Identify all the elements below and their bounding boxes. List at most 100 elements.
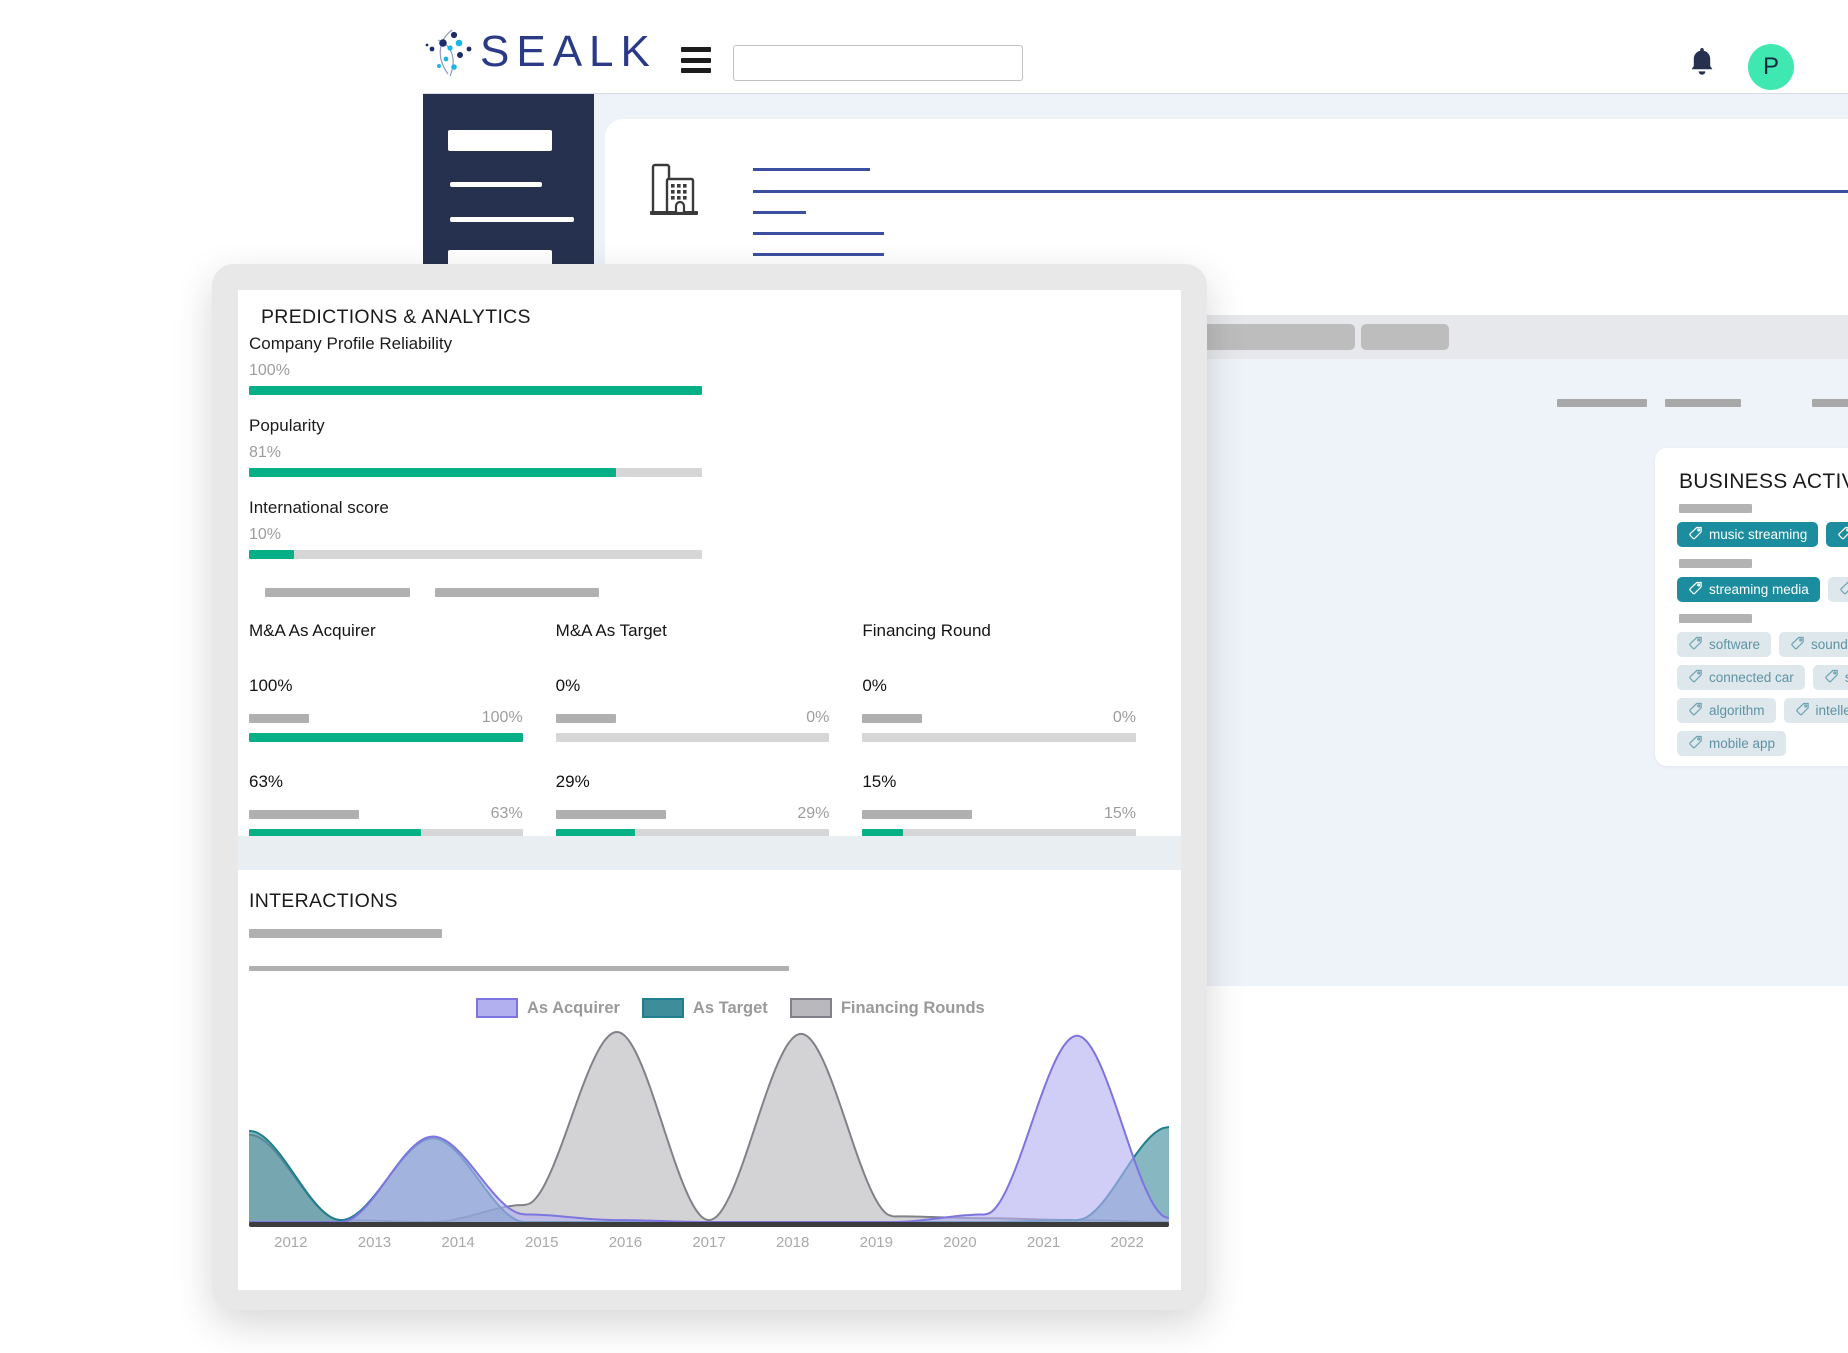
legend-item[interactable]: Financing Rounds — [789, 998, 985, 1018]
column-value: 15% — [862, 772, 897, 791]
metric-label: International score — [249, 498, 389, 517]
tag-group-label-skeleton — [1679, 559, 1752, 568]
tag-icon — [1688, 735, 1703, 753]
company-name-skeleton — [753, 168, 870, 171]
ma-columns: M&A As Acquirer 100% 100% 63% 63% M&A As Targ… — [249, 621, 1169, 838]
column-row: 63% 63% — [249, 772, 523, 838]
metric-percent: 81% — [249, 444, 282, 461]
x-axis-tick: 2019 — [859, 1234, 893, 1251]
legend-label: As Target — [692, 998, 768, 1017]
interactions-title: INTERACTIONS — [249, 890, 398, 912]
company-detail-skeleton — [753, 253, 884, 256]
x-axis-tick: 2018 — [775, 1234, 810, 1251]
interactions-skeleton — [249, 929, 442, 938]
column-value: 0% — [555, 676, 581, 695]
metric-label: Company Profile Reliability — [249, 334, 453, 353]
tag-group-1: streaming mediamusicplaylistmobile app — [1677, 577, 1848, 602]
activity-tag-label: software — [1709, 636, 1761, 652]
activity-tag[interactable]: mobile app — [1677, 731, 1787, 756]
tag-icon — [1837, 526, 1848, 544]
activity-tag-label: streaming media — [1709, 581, 1809, 597]
column-right-value: 29% — [797, 805, 830, 822]
metric-progress-bar — [249, 468, 702, 477]
column-value: 0% — [862, 676, 887, 695]
sidebar-item-skeleton[interactable] — [450, 182, 542, 187]
row-skeleton-line: 100% — [249, 709, 523, 727]
column-title: M&A As Acquirer — [249, 621, 376, 640]
activity-tag-label: intellectual property — [1815, 702, 1848, 718]
x-axis-tick: 2020 — [943, 1234, 977, 1251]
tag-icon — [1688, 669, 1703, 687]
row-skeleton-line: 63% — [249, 805, 523, 823]
tag-icon — [1688, 702, 1703, 720]
business-activities-card: BUSINESS ACTIVITIES music streaming strea… — [1655, 448, 1848, 766]
column-row: 15% 15% — [862, 772, 1137, 838]
column-title: M&A As Target — [555, 621, 667, 640]
x-axis-tick: 2016 — [608, 1234, 643, 1251]
legend-swatch — [476, 998, 518, 1018]
activity-tag[interactable]: intellectual property — [1783, 698, 1848, 723]
search-input[interactable] — [733, 45, 1023, 81]
metric-progress-bar — [249, 386, 702, 395]
activity-tag-label: mobile app — [1709, 735, 1776, 751]
legend-swatch — [789, 998, 832, 1018]
column-right-value: 15% — [1103, 805, 1137, 822]
metrics-list: Company Profile Reliability 100% Popularit… — [249, 334, 709, 580]
activity-tag[interactable]: streaming media — [1677, 577, 1820, 602]
metric-label: Popularity — [249, 416, 325, 435]
user-avatar[interactable]: P — [1748, 44, 1794, 90]
sidebar-item-skeleton[interactable] — [450, 217, 574, 222]
activity-tag[interactable]: sound system (jamaican) — [1779, 632, 1848, 657]
x-axis-tick: 2012 — [274, 1234, 308, 1251]
tag-group-0: music streaming streaming media — [1677, 522, 1848, 547]
ma-column: M&A As Acquirer 100% 100% 63% 63% — [249, 621, 523, 838]
activity-tag[interactable]: software — [1677, 632, 1772, 657]
app-root: SEALK P BUSINESS ACTI music streaming st… — [0, 0, 1848, 1353]
legend-item[interactable]: As Target — [641, 998, 768, 1018]
tag-icon — [1688, 526, 1703, 544]
content-skeleton — [1557, 399, 1647, 407]
legend-item[interactable]: As Acquirer — [476, 998, 620, 1018]
ma-column: M&A As Target 0% 0% 29% 29% — [555, 621, 830, 838]
chart-legend: As Acquirer As Target Financing Rounds — [476, 998, 997, 1018]
column-progress-bar — [862, 733, 1137, 742]
activity-tag[interactable]: music — [1827, 577, 1848, 602]
tab-placeholder[interactable] — [1361, 324, 1449, 350]
tag-group-2: softwaresound system (jamaican)musichost… — [1677, 632, 1848, 756]
office-building-icon — [649, 159, 705, 219]
tag-group-label-skeleton — [1679, 504, 1752, 513]
activity-tag-label: connected car — [1709, 669, 1794, 685]
activity-tag[interactable]: algorithm — [1677, 698, 1776, 723]
legend-label: As Acquirer — [527, 998, 620, 1017]
chart-x-axis: 2012 2013 2014 2015 2016 2017 2018 2019 2020 2021… — [249, 1234, 1169, 1251]
metric-row: International score 10% — [249, 498, 709, 559]
metric-progress-fill — [249, 468, 616, 477]
activity-tag[interactable]: connected car — [1677, 665, 1805, 690]
metric-progress-bar — [249, 550, 702, 559]
legend-label: Financing Rounds — [840, 998, 985, 1017]
row-skeleton-line: 0% — [862, 709, 1136, 727]
activity-tag[interactable]: music streaming — [1677, 522, 1819, 547]
column-row: 0% 0% — [862, 676, 1137, 742]
network-nodes-logo-icon — [424, 26, 476, 78]
column-progress-bar — [555, 733, 830, 742]
legend-swatch — [641, 998, 684, 1018]
sidebar-item-skeleton[interactable] — [448, 130, 552, 151]
column-row: 100% 100% — [249, 676, 523, 742]
column-right-value: 0% — [806, 709, 830, 726]
notification-bell-icon[interactable] — [1688, 46, 1716, 78]
x-axis-tick: 2013 — [357, 1234, 392, 1251]
column-right-value: 63% — [490, 805, 523, 822]
tag-icon — [1688, 581, 1703, 599]
hamburger-menu-icon[interactable] — [681, 47, 711, 73]
activity-tag[interactable]: streaming media — [1826, 522, 1848, 547]
section-divider — [238, 836, 1181, 870]
activity-tag[interactable]: smart tv — [1812, 665, 1848, 690]
column-right-value: 100% — [481, 709, 523, 726]
brand-logo[interactable]: SEALK — [424, 26, 657, 78]
content-skeleton — [1812, 399, 1848, 407]
x-axis-tick: 2014 — [441, 1234, 475, 1251]
front-window-frame: PREDICTIONS & ANALYTICS Company Profile … — [212, 264, 1207, 1310]
column-title: Financing Round — [862, 621, 991, 640]
tag-icon — [1795, 702, 1810, 720]
